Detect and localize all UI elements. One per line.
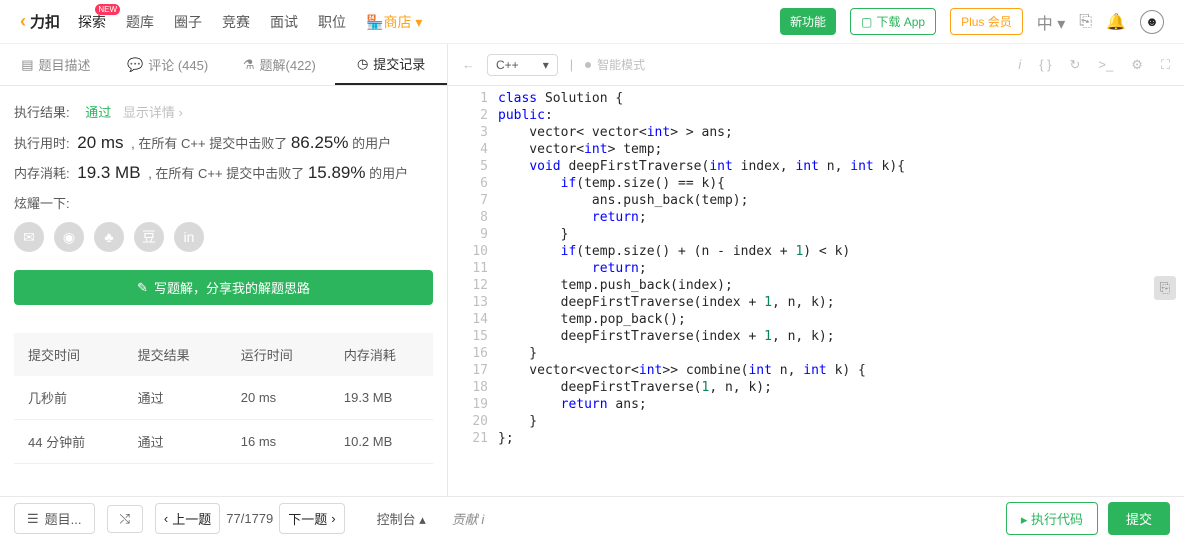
- site-name: 力扣: [30, 11, 60, 32]
- playground-icon[interactable]: ⎘: [1079, 13, 1092, 31]
- th-result: 提交结果: [124, 333, 227, 376]
- bottom-bar: ☰ 题目... ⤭ ‹上一题 77/1779 下一题› 控制台 ▴ 贡献 i ▸…: [0, 496, 1184, 540]
- left-pane: ▤题目描述 💬评论 (445) ⚗题解(422) ◷提交记录 执行结果: 通过 …: [0, 44, 448, 496]
- info-icon[interactable]: i: [1018, 57, 1021, 73]
- submission-history-table: 提交时间 提交结果 运行时间 内存消耗 几秒前 通过 20 ms 19.3 MB…: [14, 333, 433, 464]
- bottom-actions: ▸ 执行代码 提交: [1006, 502, 1170, 535]
- avatar[interactable]: ☻: [1140, 10, 1164, 34]
- prev-button[interactable]: ‹上一题: [155, 503, 220, 534]
- runtime-line: 执行用时: 20 ms , 在所有 C++ 提交中击败了 86.25% 的用户: [14, 133, 433, 153]
- phone-icon: ▢: [861, 15, 872, 29]
- weibo-icon[interactable]: ◉: [54, 222, 84, 252]
- language-switch[interactable]: 中 ▾: [1037, 10, 1066, 34]
- nav-problems[interactable]: 题库: [126, 12, 154, 32]
- right-pane: ← C++ ▾ | 智能模式 i { } ↻ >_ ⚙ ⛶ 1234567891…: [448, 44, 1184, 496]
- problem-tabs: ▤题目描述 💬评论 (445) ⚗题解(422) ◷提交记录: [0, 44, 447, 86]
- top-nav: ‹ 力扣 探索 NEW 题库 圈子 竞赛 面试 职位 🏪商店 ▾ 新功能 ▢ 下…: [0, 0, 1184, 44]
- share-row: ✉ ◉ ♣ 豆 in: [14, 222, 433, 252]
- dot-icon: [585, 62, 591, 68]
- main: ▤题目描述 💬评论 (445) ⚗题解(422) ◷提交记录 执行结果: 通过 …: [0, 44, 1184, 496]
- download-app-button[interactable]: ▢ 下载 App: [850, 8, 936, 35]
- submit-button[interactable]: 提交: [1108, 502, 1170, 535]
- th-runtime: 运行时间: [227, 333, 330, 376]
- nav-interview[interactable]: 面试: [270, 12, 298, 32]
- new-feature-button[interactable]: 新功能: [780, 8, 836, 35]
- list-icon: ☰: [27, 511, 39, 527]
- th-time: 提交时间: [14, 333, 124, 376]
- plus-member-button[interactable]: Plus 会员: [950, 8, 1023, 35]
- flask-icon: ⚗: [243, 57, 255, 73]
- douban-icon[interactable]: 豆: [134, 222, 164, 252]
- wechat-icon[interactable]: ✉: [14, 222, 44, 252]
- top-right: 新功能 ▢ 下载 App Plus 会员 中 ▾ ⎘ 🔔 ☻: [780, 8, 1164, 35]
- shuffle-icon: ⤭: [120, 511, 130, 527]
- nav-shop[interactable]: 🏪商店 ▾: [366, 12, 422, 32]
- nav-contest[interactable]: 竞赛: [222, 12, 250, 32]
- run-code-button[interactable]: ▸ 执行代码: [1006, 502, 1098, 535]
- logo[interactable]: ‹ 力扣: [20, 11, 60, 32]
- submission-body: 执行结果: 通过 显示详情 › 执行用时: 20 ms , 在所有 C++ 提交…: [0, 86, 447, 480]
- comment-icon: 💬: [127, 57, 143, 73]
- chevron-down-icon: ▾: [543, 58, 549, 72]
- copy-icon[interactable]: ⎘: [1154, 276, 1176, 300]
- logo-icon: ‹: [20, 11, 26, 32]
- linkedin-icon[interactable]: in: [174, 222, 204, 252]
- nav-explore[interactable]: 探索 NEW: [78, 12, 106, 32]
- bell-icon[interactable]: 🔔: [1106, 12, 1126, 32]
- qq-icon[interactable]: ♣: [94, 222, 124, 252]
- code-editor[interactable]: 123456789101112131415161718192021 class …: [448, 86, 1184, 496]
- clock-icon: ◷: [357, 56, 368, 72]
- chevron-left-icon: ‹: [164, 511, 168, 526]
- share-label: 炫耀一下:: [14, 193, 433, 212]
- show-detail-link[interactable]: 显示详情 ›: [123, 105, 183, 120]
- page-indicator: 77/1779: [226, 511, 273, 526]
- next-button[interactable]: 下一题›: [279, 503, 344, 534]
- terminal-icon[interactable]: >_: [1098, 57, 1113, 73]
- editor-toolbar: ← C++ ▾ | 智能模式 i { } ↻ >_ ⚙ ⛶: [448, 44, 1184, 86]
- smart-mode[interactable]: 智能模式: [585, 56, 645, 73]
- contribute-link[interactable]: 贡献 i: [452, 509, 485, 528]
- fullscreen-icon[interactable]: ⛶: [1161, 57, 1170, 73]
- tab-description[interactable]: ▤题目描述: [0, 44, 112, 85]
- tab-solutions[interactable]: ⚗题解(422): [224, 44, 336, 85]
- new-badge: NEW: [95, 4, 120, 15]
- settings-icon[interactable]: ⚙: [1131, 57, 1143, 73]
- table-row[interactable]: 几秒前 通过 20 ms 19.3 MB: [14, 376, 433, 420]
- doc-icon: ▤: [21, 57, 33, 73]
- reset-icon[interactable]: ↻: [1070, 57, 1081, 73]
- editor-actions: i { } ↻ >_ ⚙ ⛶: [1018, 57, 1170, 73]
- shuffle-button[interactable]: ⤭: [107, 505, 143, 533]
- nav-circle[interactable]: 圈子: [174, 12, 202, 32]
- console-toggle[interactable]: 控制台 ▴: [377, 509, 426, 528]
- braces-icon[interactable]: { }: [1039, 57, 1051, 73]
- line-gutter: 123456789101112131415161718192021: [448, 86, 498, 496]
- pager: ‹上一题 77/1779 下一题›: [155, 503, 345, 534]
- pencil-icon: ✎: [137, 280, 148, 296]
- memory-line: 内存消耗: 19.3 MB , 在所有 C++ 提交中击败了 15.89% 的用…: [14, 163, 433, 183]
- write-solution-button[interactable]: ✎ 写题解，分享我的解题思路: [14, 270, 433, 305]
- shop-icon: 🏪: [366, 14, 383, 30]
- tab-comments[interactable]: 💬评论 (445): [112, 44, 224, 85]
- back-icon[interactable]: ←: [462, 57, 475, 72]
- nav-jobs[interactable]: 职位: [318, 12, 346, 32]
- chevron-right-icon: ›: [331, 511, 335, 526]
- tab-submissions[interactable]: ◷提交记录: [335, 44, 447, 85]
- th-memory: 内存消耗: [330, 333, 433, 376]
- table-row[interactable]: 44 分钟前 通过 16 ms 10.2 MB: [14, 420, 433, 464]
- problem-list-button[interactable]: ☰ 题目...: [14, 503, 95, 534]
- result-line: 执行结果: 通过 显示详情 ›: [14, 102, 433, 121]
- language-select[interactable]: C++ ▾: [487, 54, 558, 76]
- code-content[interactable]: class Solution { public: vector< vector<…: [498, 86, 905, 496]
- status-text: 通过: [85, 105, 111, 120]
